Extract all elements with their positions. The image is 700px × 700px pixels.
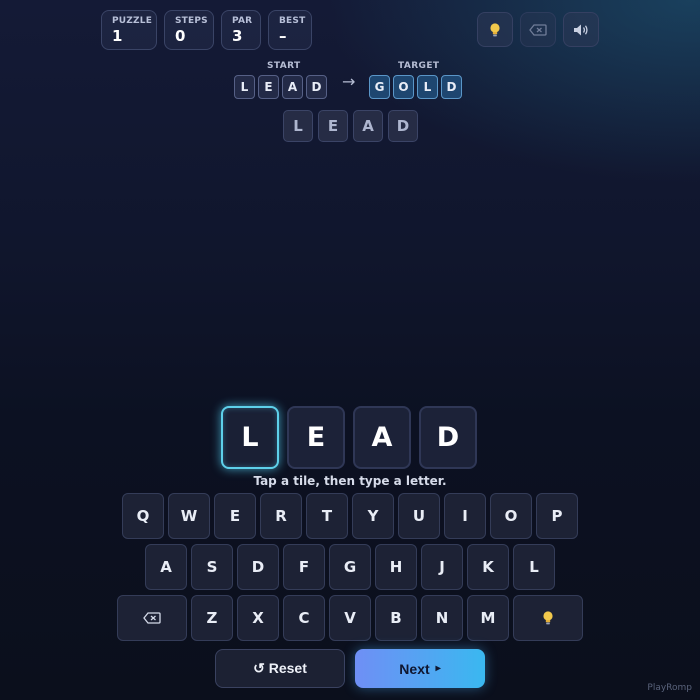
- backspace-button[interactable]: [520, 12, 556, 47]
- stat-puzzle-label: PUZZLE: [112, 16, 153, 26]
- lightbulb-icon: [490, 22, 500, 36]
- key-x[interactable]: X: [237, 595, 279, 641]
- start-letter: D: [306, 75, 327, 99]
- stat-puzzle: PUZZLE 1: [101, 10, 157, 50]
- key-k[interactable]: K: [467, 544, 509, 590]
- key-z[interactable]: Z: [191, 595, 233, 641]
- key-g[interactable]: G: [329, 544, 371, 590]
- reset-button[interactable]: ↺ Reset: [215, 649, 345, 688]
- lightbulb-icon: [543, 611, 553, 625]
- brand-watermark: PlayRomp: [647, 683, 692, 693]
- target-letter: D: [441, 75, 462, 99]
- backspace-icon: [143, 612, 161, 624]
- key-q[interactable]: Q: [122, 493, 164, 539]
- ladder-history: L E A D: [283, 110, 418, 142]
- key-r[interactable]: R: [260, 493, 302, 539]
- start-letter: E: [258, 75, 279, 99]
- key-y[interactable]: Y: [352, 493, 394, 539]
- stat-best-label: BEST: [279, 16, 306, 26]
- sound-button[interactable]: [563, 12, 599, 47]
- key-u[interactable]: U: [398, 493, 440, 539]
- next-label: Next: [399, 660, 430, 677]
- hint-key[interactable]: [513, 595, 583, 641]
- target-letter: G: [369, 75, 390, 99]
- stat-best-value: –: [279, 27, 287, 45]
- stat-par: PAR 3: [221, 10, 261, 50]
- speaker-icon: [574, 24, 588, 35]
- stat-steps-value: 0: [175, 27, 186, 45]
- key-n[interactable]: N: [421, 595, 463, 641]
- stat-puzzle-value: 1: [112, 27, 123, 45]
- ladder-letter: A: [353, 110, 383, 142]
- start-label: START: [267, 61, 301, 71]
- key-p[interactable]: P: [536, 493, 578, 539]
- key-o[interactable]: O: [490, 493, 532, 539]
- reset-label: ↺ Reset: [253, 660, 307, 676]
- current-word: L E A D: [221, 406, 477, 469]
- backspace-icon: [529, 23, 547, 36]
- word-tile-3[interactable]: A: [353, 406, 411, 469]
- target-letter: L: [417, 75, 438, 99]
- key-f[interactable]: F: [283, 544, 325, 590]
- ladder-letter: E: [318, 110, 348, 142]
- key-e[interactable]: E: [214, 493, 256, 539]
- keyboard-row-3: Z X C V B N M: [0, 595, 700, 641]
- hint-button[interactable]: [477, 12, 513, 47]
- key-c[interactable]: C: [283, 595, 325, 641]
- stat-best: BEST –: [268, 10, 312, 50]
- key-l[interactable]: L: [513, 544, 555, 590]
- instruction-text: Tap a tile, then type a letter.: [253, 474, 447, 488]
- key-t[interactable]: T: [306, 493, 348, 539]
- target-word: G O L D: [369, 75, 462, 99]
- stat-par-value: 3: [232, 27, 243, 45]
- stat-steps: STEPS 0: [164, 10, 214, 50]
- start-letter: A: [282, 75, 303, 99]
- target-label: TARGET: [398, 61, 440, 71]
- start-word: L E A D: [234, 75, 327, 99]
- arrow-icon: →: [342, 72, 356, 91]
- key-s[interactable]: S: [191, 544, 233, 590]
- key-d[interactable]: D: [237, 544, 279, 590]
- ladder-letter: D: [388, 110, 418, 142]
- next-button[interactable]: Next ▸: [355, 649, 485, 688]
- key-b[interactable]: B: [375, 595, 417, 641]
- ladder-letter: L: [283, 110, 313, 142]
- key-j[interactable]: J: [421, 544, 463, 590]
- play-arrow-icon: ▸: [435, 663, 441, 674]
- keyboard-row-2: A S D F G H J K L: [0, 544, 700, 590]
- key-h[interactable]: H: [375, 544, 417, 590]
- stat-steps-label: STEPS: [175, 16, 208, 26]
- backspace-key[interactable]: [117, 595, 187, 641]
- key-v[interactable]: V: [329, 595, 371, 641]
- word-tile-4[interactable]: D: [419, 406, 477, 469]
- key-m[interactable]: M: [467, 595, 509, 641]
- target-letter: O: [393, 75, 414, 99]
- stat-par-label: PAR: [232, 16, 253, 26]
- key-w[interactable]: W: [168, 493, 210, 539]
- keyboard-row-1: Q W E R T Y U I O P: [0, 493, 700, 539]
- key-i[interactable]: I: [444, 493, 486, 539]
- word-tile-1[interactable]: L: [221, 406, 279, 469]
- start-letter: L: [234, 75, 255, 99]
- key-a[interactable]: A: [145, 544, 187, 590]
- word-tile-2[interactable]: E: [287, 406, 345, 469]
